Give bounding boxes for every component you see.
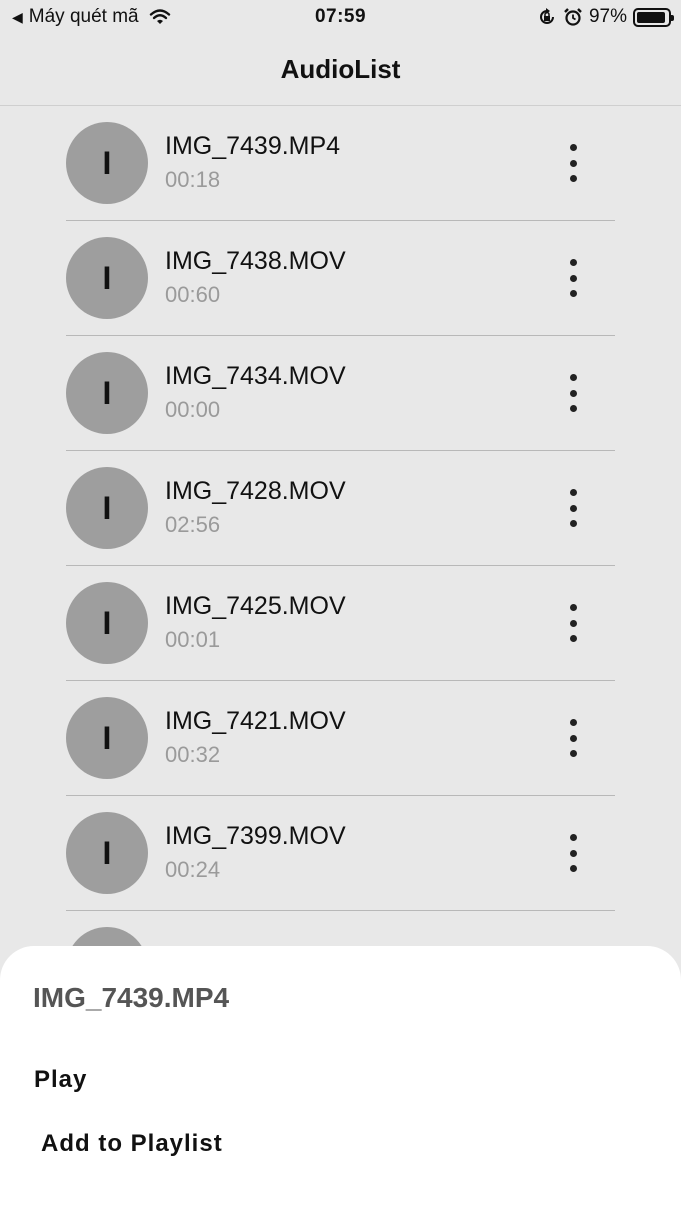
list-item[interactable]: I IMG_7421.MOV 00:32 [66, 681, 615, 796]
battery-percent: 97% [588, 6, 627, 27]
item-duration: 02:56 [165, 512, 221, 537]
status-right: 97% [537, 6, 674, 28]
avatar: I [66, 122, 148, 204]
sheet-title: IMG_7439.MP4 [33, 982, 230, 1013]
more-options-icon[interactable] [561, 489, 585, 527]
item-duration: 00:00 [165, 397, 221, 422]
item-title: IMG_7425.MOV [165, 592, 346, 620]
status-bar: ◀ Máy quét mã 07:59 97% [0, 0, 681, 36]
list-item[interactable]: I IMG_7399.MOV 00:24 [66, 796, 615, 911]
item-duration: 00:32 [165, 742, 221, 767]
avatar: I [66, 237, 148, 319]
item-duration: 00:24 [165, 857, 221, 882]
item-duration: 00:60 [165, 282, 221, 307]
avatar: I [66, 697, 148, 779]
avatar: I [66, 352, 148, 434]
item-title: IMG_7439.MP4 [165, 132, 341, 160]
list-item[interactable]: I IMG_7434.MOV 00:00 [66, 336, 615, 451]
item-duration: 00:01 [165, 627, 221, 652]
more-options-icon[interactable] [561, 719, 585, 757]
item-duration: 00:18 [165, 167, 221, 192]
avatar: I [66, 582, 148, 664]
audio-list: I IMG_7439.MP4 00:18 I IMG_7438.MOV 00:6… [66, 106, 615, 1026]
list-item[interactable]: I IMG_7428.MOV 02:56 [66, 451, 615, 566]
battery-icon [633, 7, 674, 27]
more-options-icon[interactable] [561, 604, 585, 642]
list-item[interactable]: I IMG_7438.MOV 00:60 [66, 221, 615, 336]
list-item[interactable]: I IMG_7439.MP4 00:18 [66, 106, 615, 221]
item-title: IMG_7421.MOV [165, 707, 346, 735]
add-to-playlist-button[interactable]: Add to Playlist [41, 1130, 223, 1158]
more-options-icon[interactable] [561, 144, 585, 182]
alarm-icon [564, 8, 582, 26]
action-sheet: IMG_7439.MP4 Play Add to Playlist [0, 946, 681, 1210]
more-options-icon[interactable] [561, 374, 585, 412]
rotation-lock-icon [540, 8, 554, 24]
page-title: AudioList [280, 54, 401, 84]
avatar: I [66, 812, 148, 894]
play-button[interactable]: Play [34, 1066, 87, 1094]
item-title: IMG_7438.MOV [165, 247, 346, 275]
more-options-icon[interactable] [561, 834, 585, 872]
more-options-icon[interactable] [561, 259, 585, 297]
item-title: IMG_7399.MOV [165, 822, 346, 850]
list-item[interactable]: I IMG_7425.MOV 00:01 [66, 566, 615, 681]
item-title: IMG_7428.MOV [165, 477, 346, 505]
avatar: I [66, 467, 148, 549]
item-title: IMG_7434.MOV [165, 362, 346, 390]
nav-bar: AudioList [0, 36, 681, 106]
